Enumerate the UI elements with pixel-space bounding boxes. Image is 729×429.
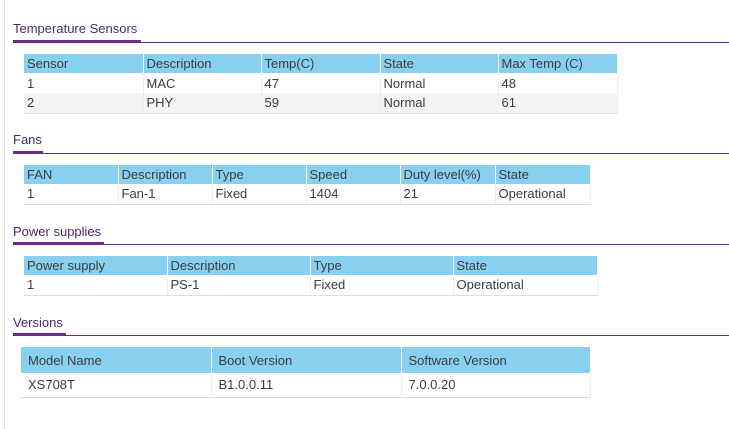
table-cell: PS-1 xyxy=(167,275,311,296)
column-header-type: Type xyxy=(310,256,454,275)
table-cell: PHY xyxy=(143,93,262,114)
table-cell: Normal xyxy=(380,93,499,114)
column-header-description: Description xyxy=(167,256,311,275)
table-cell: 59 xyxy=(261,93,381,114)
section-divider-temperature xyxy=(13,42,729,43)
section-title-temperature-sensors: Temperature Sensors xyxy=(13,21,138,36)
section-divider-versions xyxy=(13,335,729,336)
fans-table: FAN Description Type Speed Duty level(%)… xyxy=(24,165,591,205)
column-header-state: State xyxy=(380,54,499,73)
column-header-sensor: Sensor xyxy=(24,54,144,73)
section-title-power-supplies: Power supplies xyxy=(13,224,102,239)
table-cell: 1 xyxy=(24,275,168,296)
column-header-state: State xyxy=(495,165,591,184)
section-divider-power xyxy=(13,244,729,245)
table-cell: 47 xyxy=(261,73,381,93)
table-cell: Operational xyxy=(495,184,591,205)
page-left-border xyxy=(4,0,5,429)
table-cell: 61 xyxy=(498,93,618,114)
table-row: 1 PS-1 Fixed Operational xyxy=(24,275,598,296)
table-cell: Fixed xyxy=(310,275,454,296)
column-header-state: State xyxy=(453,256,598,275)
column-header-max-temp: Max Temp (C) xyxy=(498,54,618,73)
table-cell: 21 xyxy=(400,184,496,205)
table-cell: 48 xyxy=(498,73,618,93)
table-cell-model-name: XS708T xyxy=(21,373,212,398)
table-cell: Normal xyxy=(380,73,499,93)
table-cell: 1404 xyxy=(306,184,401,205)
table-cell: MAC xyxy=(143,73,262,93)
table-cell-software-version: 7.0.0.20 xyxy=(401,373,591,398)
column-header-description: Description xyxy=(143,54,262,73)
table-cell-boot-version: B1.0.0.11 xyxy=(211,373,402,398)
table-row: 1 MAC 47 Normal 48 xyxy=(24,73,618,93)
column-header-duty-level: Duty level(%) xyxy=(400,165,496,184)
table-cell: Operational xyxy=(453,275,598,296)
section-divider-fans xyxy=(13,153,729,154)
table-row: 1 Fan-1 Fixed 1404 21 Operational xyxy=(24,184,591,205)
table-cell: Fan-1 xyxy=(118,184,213,205)
column-header-model-name: Model Name xyxy=(21,347,212,373)
column-header-power-supply: Power supply xyxy=(24,256,168,275)
column-header-speed: Speed xyxy=(306,165,401,184)
column-header-boot-version: Boot Version xyxy=(211,347,402,373)
column-header-software-version: Software Version xyxy=(401,347,591,373)
column-header-description: Description xyxy=(118,165,213,184)
column-header-type: Type xyxy=(212,165,307,184)
table-row: 2 PHY 59 Normal 61 xyxy=(24,93,618,114)
column-header-temp: Temp(C) xyxy=(261,54,381,73)
temperature-sensors-table: Sensor Description Temp(C) State Max Tem… xyxy=(24,54,618,114)
power-supplies-table: Power supply Description Type State 1 PS… xyxy=(24,256,598,296)
section-title-fans: Fans xyxy=(13,132,42,147)
table-cell: 1 xyxy=(24,73,144,93)
versions-table: Model Name Boot Version Software Version… xyxy=(21,347,591,398)
table-row: XS708T B1.0.0.11 7.0.0.20 xyxy=(21,373,591,398)
section-title-versions: Versions xyxy=(13,315,63,330)
table-cell: 2 xyxy=(24,93,144,114)
column-header-fan: FAN xyxy=(24,165,119,184)
table-cell: 1 xyxy=(24,184,119,205)
table-cell: Fixed xyxy=(212,184,307,205)
